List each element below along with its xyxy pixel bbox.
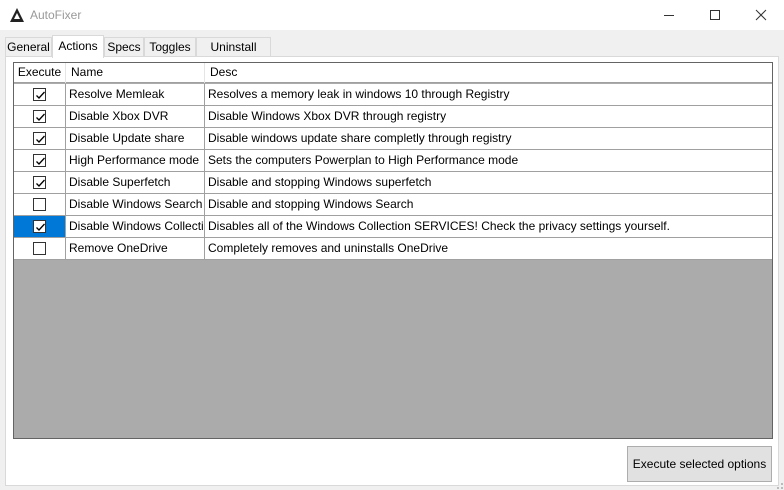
- table-row[interactable]: Remove OneDrive Completely removes and un…: [14, 238, 772, 260]
- table-row[interactable]: Disable Update share Disable windows upda…: [14, 128, 772, 150]
- name-cell[interactable]: Disable Windows Search: [66, 194, 205, 215]
- grid-header: Execute Name Desc: [14, 63, 772, 83]
- checkmark-icon: [36, 157, 45, 165]
- table-row[interactable]: Disable Superfetch Disable and stopping W…: [14, 172, 772, 194]
- desc-cell[interactable]: Completely removes and uninstalls OneDri…: [205, 238, 772, 259]
- minimize-button[interactable]: [646, 0, 692, 30]
- tab-uninstall-apps[interactable]: Uninstall Apps: [196, 37, 271, 72]
- name-cell[interactable]: Disable Xbox DVR: [66, 106, 205, 127]
- tab-general[interactable]: General: [5, 37, 52, 57]
- table-row[interactable]: Disable Windows Collection Disables all o…: [14, 216, 772, 238]
- desc-cell[interactable]: Disable windows update share completly t…: [205, 128, 772, 149]
- name-cell[interactable]: Disable Superfetch: [66, 172, 205, 193]
- tab-actions[interactable]: Actions: [52, 35, 104, 58]
- table-row[interactable]: Disable Xbox DVR Disable Windows Xbox DVR…: [14, 106, 772, 128]
- desc-cell[interactable]: Disable and stopping Windows Search: [205, 194, 772, 215]
- execute-checkbox[interactable]: [33, 198, 46, 211]
- execute-checkbox[interactable]: [33, 176, 46, 189]
- execute-cell[interactable]: [14, 106, 66, 127]
- actions-tab-page: Execute Name Desc Resolve Memleak Resolve…: [5, 56, 779, 486]
- execute-cell[interactable]: [14, 128, 66, 149]
- execute-cell[interactable]: [14, 216, 66, 237]
- execute-checkbox[interactable]: [33, 88, 46, 101]
- desc-cell[interactable]: Disable and stopping Windows superfetch: [205, 172, 772, 193]
- title-bar: AutoFixer: [0, 0, 784, 30]
- checkmark-icon: [36, 135, 45, 143]
- name-cell[interactable]: Disable Update share: [66, 128, 205, 149]
- column-header-desc[interactable]: Desc: [205, 63, 772, 83]
- execute-checkbox[interactable]: [33, 154, 46, 167]
- checkmark-icon: [36, 113, 45, 121]
- desc-cell[interactable]: Resolves a memory leak in windows 10 thr…: [205, 84, 772, 105]
- tab-specs[interactable]: Specs: [104, 37, 144, 57]
- execute-cell[interactable]: [14, 172, 66, 193]
- execute-checkbox[interactable]: [33, 220, 46, 233]
- tab-toggles[interactable]: Toggles: [144, 37, 196, 57]
- execute-checkbox[interactable]: [33, 110, 46, 123]
- table-row[interactable]: Resolve Memleak Resolves a memory leak in…: [14, 84, 772, 106]
- name-cell[interactable]: Remove OneDrive: [66, 238, 205, 259]
- window-title: AutoFixer: [30, 8, 82, 22]
- desc-cell[interactable]: Disables all of the Windows Collection S…: [205, 216, 772, 237]
- checkmark-icon: [36, 179, 45, 187]
- actions-grid[interactable]: Execute Name Desc Resolve Memleak Resolve…: [13, 62, 773, 439]
- minimize-icon: [664, 15, 674, 16]
- execute-cell[interactable]: [14, 194, 66, 215]
- execute-checkbox[interactable]: [33, 132, 46, 145]
- name-cell[interactable]: Disable Windows Collection: [66, 216, 205, 237]
- execute-cell[interactable]: [14, 238, 66, 259]
- execute-cell[interactable]: [14, 150, 66, 171]
- execute-selected-button[interactable]: Execute selected options: [627, 446, 772, 482]
- name-cell[interactable]: Resolve Memleak: [66, 84, 205, 105]
- table-row[interactable]: Disable Windows Search Disable and stoppi…: [14, 194, 772, 216]
- checkmark-icon: [36, 223, 45, 231]
- maximize-icon: [710, 10, 720, 20]
- desc-cell[interactable]: Disable Windows Xbox DVR through registr…: [205, 106, 772, 127]
- checkmark-icon: [36, 91, 45, 99]
- table-row[interactable]: High Performance mode Sets the computers …: [14, 150, 772, 172]
- resize-grip-icon[interactable]: [772, 478, 784, 490]
- column-header-name[interactable]: Name: [66, 63, 205, 83]
- close-icon: [755, 9, 767, 21]
- close-button[interactable]: [738, 0, 784, 30]
- execute-cell[interactable]: [14, 84, 66, 105]
- maximize-button[interactable]: [692, 0, 738, 30]
- desc-cell[interactable]: Sets the computers Powerplan to High Per…: [205, 150, 772, 171]
- column-header-execute[interactable]: Execute: [14, 63, 66, 83]
- client-area: General Actions Specs Toggles Uninstall …: [0, 30, 784, 490]
- autofixer-logo-icon: [10, 8, 24, 22]
- name-cell[interactable]: High Performance mode: [66, 150, 205, 171]
- execute-checkbox[interactable]: [33, 242, 46, 255]
